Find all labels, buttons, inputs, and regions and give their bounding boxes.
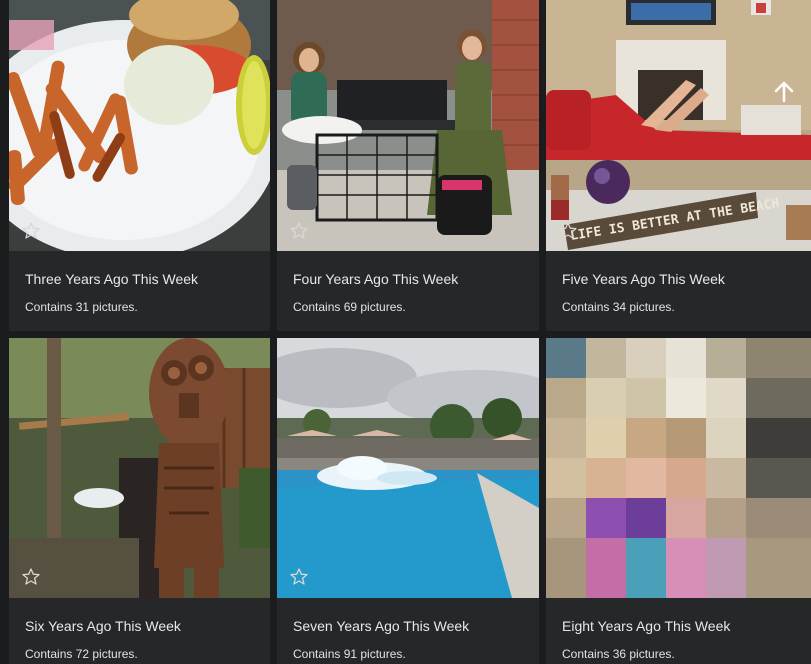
album-picture-count: Contains 91 pictures. bbox=[293, 647, 406, 661]
album-card[interactable]: Four Years Ago This Week Contains 69 pic… bbox=[277, 0, 539, 331]
scroll-up-arrow-icon[interactable] bbox=[773, 80, 795, 104]
swimming-pool-splash-photo bbox=[277, 338, 539, 598]
favorite-star-icon[interactable] bbox=[558, 221, 578, 241]
album-caption: Five Years Ago This Week Contains 34 pic… bbox=[546, 251, 811, 331]
favorite-star-icon[interactable] bbox=[289, 567, 309, 587]
album-title: Four Years Ago This Week bbox=[293, 271, 459, 287]
album-thumbnail[interactable]: LIFE IS BETTER AT THE BEACH bbox=[546, 0, 811, 251]
album-thumbnail[interactable] bbox=[277, 0, 539, 251]
album-picture-count: Contains 34 pictures. bbox=[562, 300, 675, 314]
favorite-star-icon[interactable] bbox=[289, 221, 309, 241]
album-title: Three Years Ago This Week bbox=[25, 271, 199, 287]
album-thumbnail[interactable] bbox=[9, 338, 270, 598]
album-card[interactable]: Six Years Ago This Week Contains 72 pict… bbox=[9, 338, 270, 664]
memories-grid: Three Years Ago This Week Contains 31 pi… bbox=[0, 0, 811, 664]
carved-wooden-tiki-statue-photo bbox=[9, 338, 270, 598]
album-caption: Six Years Ago This Week Contains 72 pict… bbox=[9, 598, 270, 664]
two-women-at-patio-table-photo bbox=[277, 0, 539, 251]
album-card[interactable]: Three Years Ago This Week Contains 31 pi… bbox=[9, 0, 270, 331]
plate-of-fries-and-sandwich-photo bbox=[9, 0, 270, 251]
album-thumbnail[interactable] bbox=[277, 338, 539, 598]
album-caption: Three Years Ago This Week Contains 31 pi… bbox=[9, 251, 270, 331]
album-title: Six Years Ago This Week bbox=[25, 618, 181, 634]
album-card[interactable]: LIFE IS BETTER AT THE BEACH Five Years A… bbox=[546, 0, 811, 331]
album-thumbnail[interactable] bbox=[9, 0, 270, 251]
favorite-star-icon[interactable] bbox=[21, 221, 41, 241]
living-room-feet-on-couch-photo: LIFE IS BETTER AT THE BEACH bbox=[546, 0, 811, 251]
album-picture-count: Contains 31 pictures. bbox=[25, 300, 138, 314]
album-caption: Seven Years Ago This Week Contains 91 pi… bbox=[277, 598, 539, 664]
album-picture-count: Contains 36 pictures. bbox=[562, 647, 675, 661]
album-title: Seven Years Ago This Week bbox=[293, 618, 470, 634]
album-thumbnail[interactable] bbox=[546, 338, 811, 598]
album-caption: Four Years Ago This Week Contains 69 pic… bbox=[277, 251, 539, 331]
album-card[interactable]: Seven Years Ago This Week Contains 91 pi… bbox=[277, 338, 539, 664]
favorite-star-icon[interactable] bbox=[21, 567, 41, 587]
pixelated-child-drinking-photo bbox=[546, 338, 811, 598]
album-picture-count: Contains 72 pictures. bbox=[25, 647, 138, 661]
album-card[interactable]: Eight Years Ago This Week Contains 36 pi… bbox=[546, 338, 811, 664]
album-caption: Eight Years Ago This Week Contains 36 pi… bbox=[546, 598, 811, 664]
album-picture-count: Contains 69 pictures. bbox=[293, 300, 406, 314]
album-title: Eight Years Ago This Week bbox=[562, 618, 731, 634]
album-title: Five Years Ago This Week bbox=[562, 271, 725, 287]
